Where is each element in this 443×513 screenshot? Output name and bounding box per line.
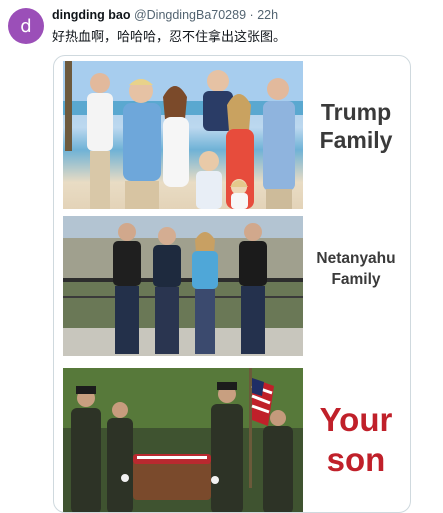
separator-dot: ·: [249, 8, 254, 22]
trump-label-line2: Family: [319, 127, 393, 153]
netanyahu-label-line1: Netanyahu: [316, 250, 396, 267]
author-handle[interactable]: @DingdingBa70289: [134, 8, 246, 22]
tweet-media-image[interactable]: Trump Family Netanyahu Family Your son: [53, 55, 411, 513]
tweet-time[interactable]: 22h: [257, 8, 278, 22]
trump-label-line1: Trump: [320, 99, 392, 125]
netanyahu-family-label: Netanyahu Family: [310, 248, 402, 290]
your-son-label-line2: son: [326, 441, 386, 478]
your-son-label: Your son: [310, 400, 402, 480]
tweet-text: 好热血啊，哈哈哈，忍不住拿出这张图。: [52, 30, 287, 45]
netanyahu-family-photo: [63, 216, 303, 356]
trump-family-photo: [63, 61, 303, 209]
your-son-label-line1: Your: [319, 401, 393, 438]
author-name[interactable]: dingding bao: [52, 8, 130, 22]
tweet: d dingding bao @DingdingBa70289 · 22h 好热…: [0, 0, 443, 513]
trump-family-label: Trump Family: [310, 98, 402, 154]
military-funeral-photo: [63, 368, 303, 512]
netanyahu-family-illustration: [63, 216, 303, 356]
avatar-letter: d: [20, 15, 32, 37]
tweet-header: dingding bao @DingdingBa70289 · 22h: [52, 8, 278, 22]
trump-family-illustration: [63, 61, 303, 209]
avatar[interactable]: d: [8, 8, 44, 44]
netanyahu-label-line2: Family: [331, 271, 381, 288]
military-funeral-illustration: [63, 368, 303, 512]
